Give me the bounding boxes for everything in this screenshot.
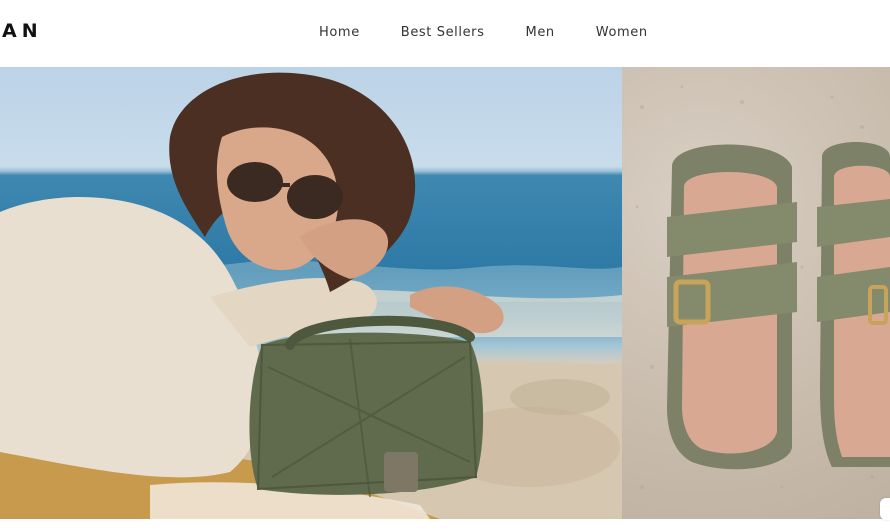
floating-widget-tab[interactable] <box>880 498 890 520</box>
nav-women[interactable]: Women <box>596 25 648 40</box>
hero-image-sandals[interactable] <box>622 67 890 519</box>
site-header: AN Home Best Sellers Men Women <box>0 0 890 67</box>
beach-scene-illustration <box>0 72 622 519</box>
below-hero-strip <box>0 519 890 530</box>
nav-men[interactable]: Men <box>526 25 555 40</box>
hero-image-woman-beach[interactable] <box>0 67 622 519</box>
hero-banner[interactable] <box>0 67 890 519</box>
main-nav: Home Best Sellers Men Women <box>319 25 648 40</box>
nav-home[interactable]: Home <box>319 25 360 40</box>
nav-best-sellers[interactable]: Best Sellers <box>401 25 485 40</box>
sandals-illustration <box>635 85 890 489</box>
brand-logo[interactable]: AN <box>2 20 43 42</box>
